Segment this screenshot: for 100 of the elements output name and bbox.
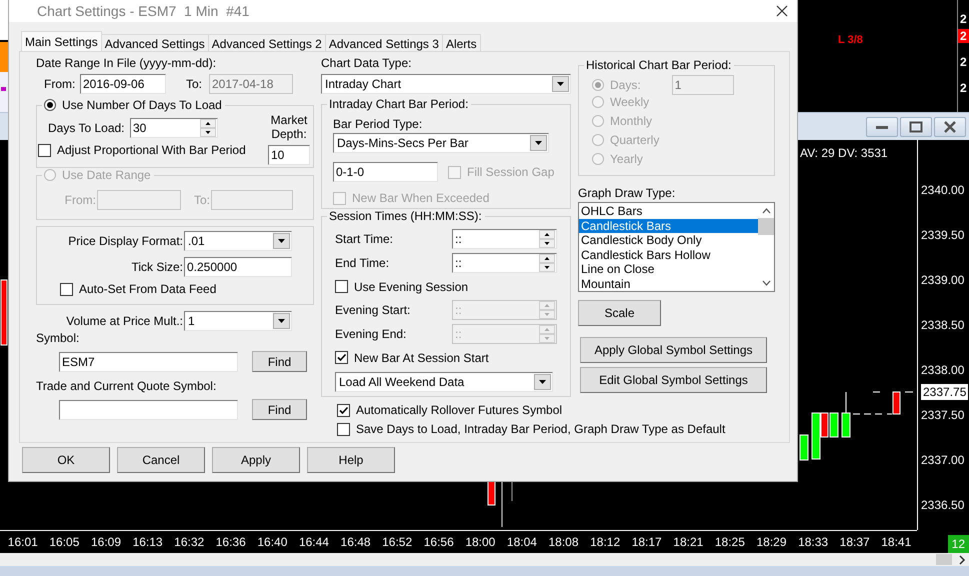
time-label: 18:29: [755, 535, 788, 549]
checkbox[interactable]: [335, 280, 348, 293]
bar-count-badge: 12: [948, 535, 969, 553]
label: Market Depth:: [270, 113, 308, 141]
time-label: 18:04: [506, 535, 538, 549]
dropdown[interactable]: Intraday Chart: [321, 74, 571, 94]
list-item[interactable]: Candlestick Body Only: [579, 233, 758, 248]
maximize-button[interactable]: [900, 116, 932, 136]
input-field[interactable]: 2016-09-06: [80, 74, 166, 94]
checkbox[interactable]: [60, 282, 73, 296]
time-label: 18:41: [880, 535, 912, 549]
button[interactable]: Find: [252, 351, 307, 372]
input-field[interactable]: 0-1-0: [333, 162, 438, 182]
list-item[interactable]: Line on Close: [579, 262, 758, 276]
radio-label: Weekly: [610, 95, 650, 109]
button[interactable]: Find: [252, 399, 307, 420]
radio-label: Monthly: [610, 114, 652, 128]
time-label: 16:56: [422, 535, 455, 549]
checkbox-label: New Bar At Session Start: [354, 350, 489, 364]
scrollbar-thumb[interactable]: [936, 554, 952, 565]
input-field[interactable]: ESM7: [59, 352, 238, 372]
caret-icon: [273, 313, 290, 329]
tab[interactable]: Advanced Settings 2: [208, 34, 326, 51]
tab[interactable]: Main Settings: [21, 31, 102, 51]
chevron-right-icon: [958, 554, 966, 564]
label: Days To Load:: [47, 121, 126, 135]
list-item[interactable]: Mountain: [579, 276, 758, 291]
input-field[interactable]: 2017-04-18: [209, 74, 293, 94]
dropdown[interactable]: Load All Weekend Data: [335, 372, 553, 392]
time-label: 18:25: [714, 535, 746, 549]
spin-field[interactable]: 30: [130, 118, 218, 138]
dropdown[interactable]: .01: [184, 231, 292, 251]
tab[interactable]: Advanced Settings 3: [324, 34, 443, 51]
list-item[interactable]: Candlestick Bars Hollow: [579, 248, 758, 262]
price-label: 2336.50: [920, 498, 964, 512]
time-label: 16:48: [340, 535, 372, 549]
spin-field[interactable]: ::: [452, 253, 557, 273]
candlestick: [892, 392, 900, 414]
time-label: 18:00: [464, 535, 496, 549]
chevron-down-icon: [762, 280, 770, 287]
button[interactable]: Edit Global Symbol Settings: [580, 367, 767, 393]
label: Evening End:: [335, 327, 406, 341]
checkbox-label: Fill Session Gap: [467, 165, 554, 179]
button[interactable]: Help: [307, 447, 395, 473]
price-label: 2339.50: [920, 228, 964, 242]
time-label: 16:44: [298, 535, 330, 549]
minimize-button[interactable]: [866, 116, 898, 136]
checkbox-label: Adjust Proportional With Bar Period: [57, 143, 246, 157]
checkbox[interactable]: [337, 422, 350, 436]
time-label: 16:05: [48, 535, 80, 549]
input-field[interactable]: 10: [268, 145, 310, 165]
price-label: 2: [958, 29, 969, 43]
button[interactable]: Cancel: [117, 447, 205, 473]
spinner-arrows-icon: [539, 254, 555, 272]
checkbox[interactable]: [335, 351, 348, 364]
radio-label: Yearly: [610, 152, 643, 166]
time-label: 16:40: [256, 535, 288, 549]
button[interactable]: Scale: [578, 300, 661, 326]
time-label: 16:36: [214, 535, 247, 549]
close-button[interactable]: [934, 116, 966, 136]
input-field[interactable]: [59, 400, 238, 420]
label: Graph Draw Type:: [578, 186, 676, 202]
radio-button[interactable]: [44, 99, 56, 111]
dropdown[interactable]: 1: [184, 311, 292, 331]
label: Historical Chart Bar Period:: [586, 58, 732, 72]
input-field[interactable]: 0.250000: [184, 257, 292, 277]
button[interactable]: Apply: [212, 447, 300, 473]
list-item[interactable]: Candlestick Bars: [579, 218, 758, 233]
time-label: 18:21: [672, 535, 704, 549]
list-item[interactable]: OHLC Bars: [579, 204, 758, 218]
label: Date Range In File (yyyy-mm-dd):: [36, 56, 218, 72]
time-label: 16:52: [381, 535, 414, 549]
tab[interactable]: Alerts: [442, 34, 481, 51]
caret-icon: [273, 233, 290, 249]
label: Chart Data Type:: [321, 56, 412, 72]
caret-icon: [534, 374, 551, 390]
button[interactable]: OK: [22, 447, 110, 473]
checkbox[interactable]: [38, 144, 51, 156]
caret-icon: [530, 135, 547, 151]
dropdown[interactable]: Days-Mins-Secs Per Bar: [333, 133, 549, 153]
scrollbar-thumb[interactable]: [758, 218, 774, 235]
button[interactable]: Apply Global Symbol Settings: [580, 337, 767, 363]
price-label: 2338.00: [920, 362, 964, 376]
input-field[interactable]: [211, 190, 293, 210]
input-field[interactable]: [97, 190, 181, 210]
time-label: 18:17: [630, 535, 663, 549]
scrollbar[interactable]: [0, 553, 969, 566]
spin-field[interactable]: ::: [452, 229, 557, 249]
time-label: 18:37: [838, 535, 871, 549]
label: Price Display Format:: [68, 234, 183, 248]
radio-label: Quarterly: [610, 133, 660, 147]
price-label: 2337.00: [920, 452, 964, 466]
checkbox[interactable]: [337, 404, 350, 416]
label: Intraday Chart Bar Period:: [329, 97, 468, 111]
spinner-arrows-icon: [200, 119, 216, 137]
spinner-arrows-icon: [539, 230, 555, 248]
label: Bar Period Type:: [333, 117, 424, 133]
tab[interactable]: Advanced Settings: [100, 34, 209, 51]
price-label: 2: [959, 12, 968, 26]
price-label: 2: [959, 81, 968, 95]
